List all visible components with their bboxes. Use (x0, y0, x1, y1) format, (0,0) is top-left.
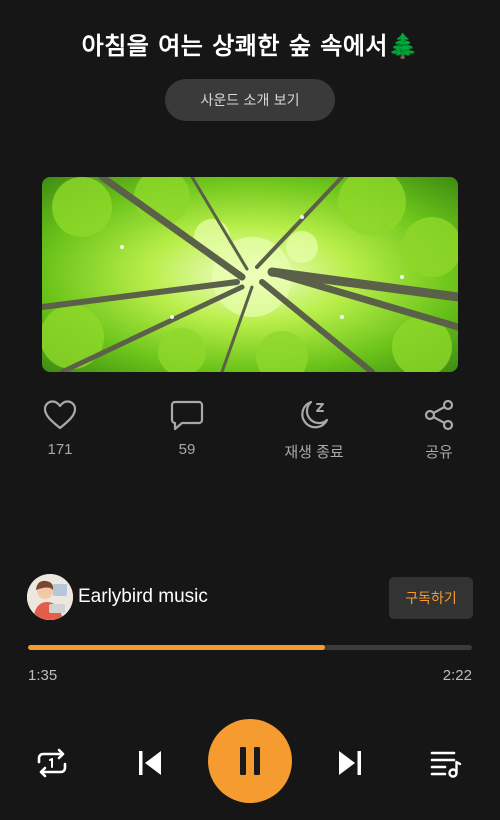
next-button[interactable] (332, 745, 368, 781)
channel-row: Earlybird music 구독하기 (27, 574, 473, 620)
subscribe-button[interactable]: 구독하기 (389, 577, 473, 619)
total-time: 2:22 (442, 667, 472, 684)
playlist-button[interactable] (428, 745, 464, 781)
share-label: 공유 (425, 444, 453, 461)
skip-previous-icon (139, 751, 161, 775)
cover-image (42, 177, 458, 372)
repeat-button[interactable] (34, 745, 70, 781)
share-icon (424, 399, 454, 431)
sound-intro-button[interactable]: 사운드 소개 보기 (165, 79, 335, 121)
heart-icon (43, 400, 77, 430)
comment-button[interactable]: 59 (127, 399, 247, 458)
like-button[interactable]: 171 (0, 399, 120, 458)
like-count: 171 (47, 441, 73, 458)
sleep-timer-button[interactable]: 재생 종료 (254, 399, 374, 462)
pause-icon (240, 747, 260, 775)
progress-bar[interactable] (28, 645, 472, 650)
skip-next-icon (339, 751, 361, 775)
pause-button[interactable] (208, 719, 292, 803)
repeat-icon (37, 748, 67, 778)
previous-button[interactable] (132, 745, 168, 781)
track-title: 아침을 여는 상쾌한 숲 속에서🌲 (81, 32, 419, 60)
chat-bubble-icon (170, 400, 204, 431)
channel-avatar[interactable] (27, 574, 73, 620)
moon-icon (301, 400, 329, 429)
playlist-icon (430, 751, 462, 778)
comment-count: 59 (178, 441, 196, 458)
progress-fill (28, 645, 326, 650)
sleep-timer-label: 재생 종료 (284, 444, 344, 461)
share-button[interactable]: 공유 (379, 399, 499, 462)
channel-name[interactable]: Earlybird music (78, 586, 208, 608)
current-time: 1:35 (28, 667, 58, 684)
